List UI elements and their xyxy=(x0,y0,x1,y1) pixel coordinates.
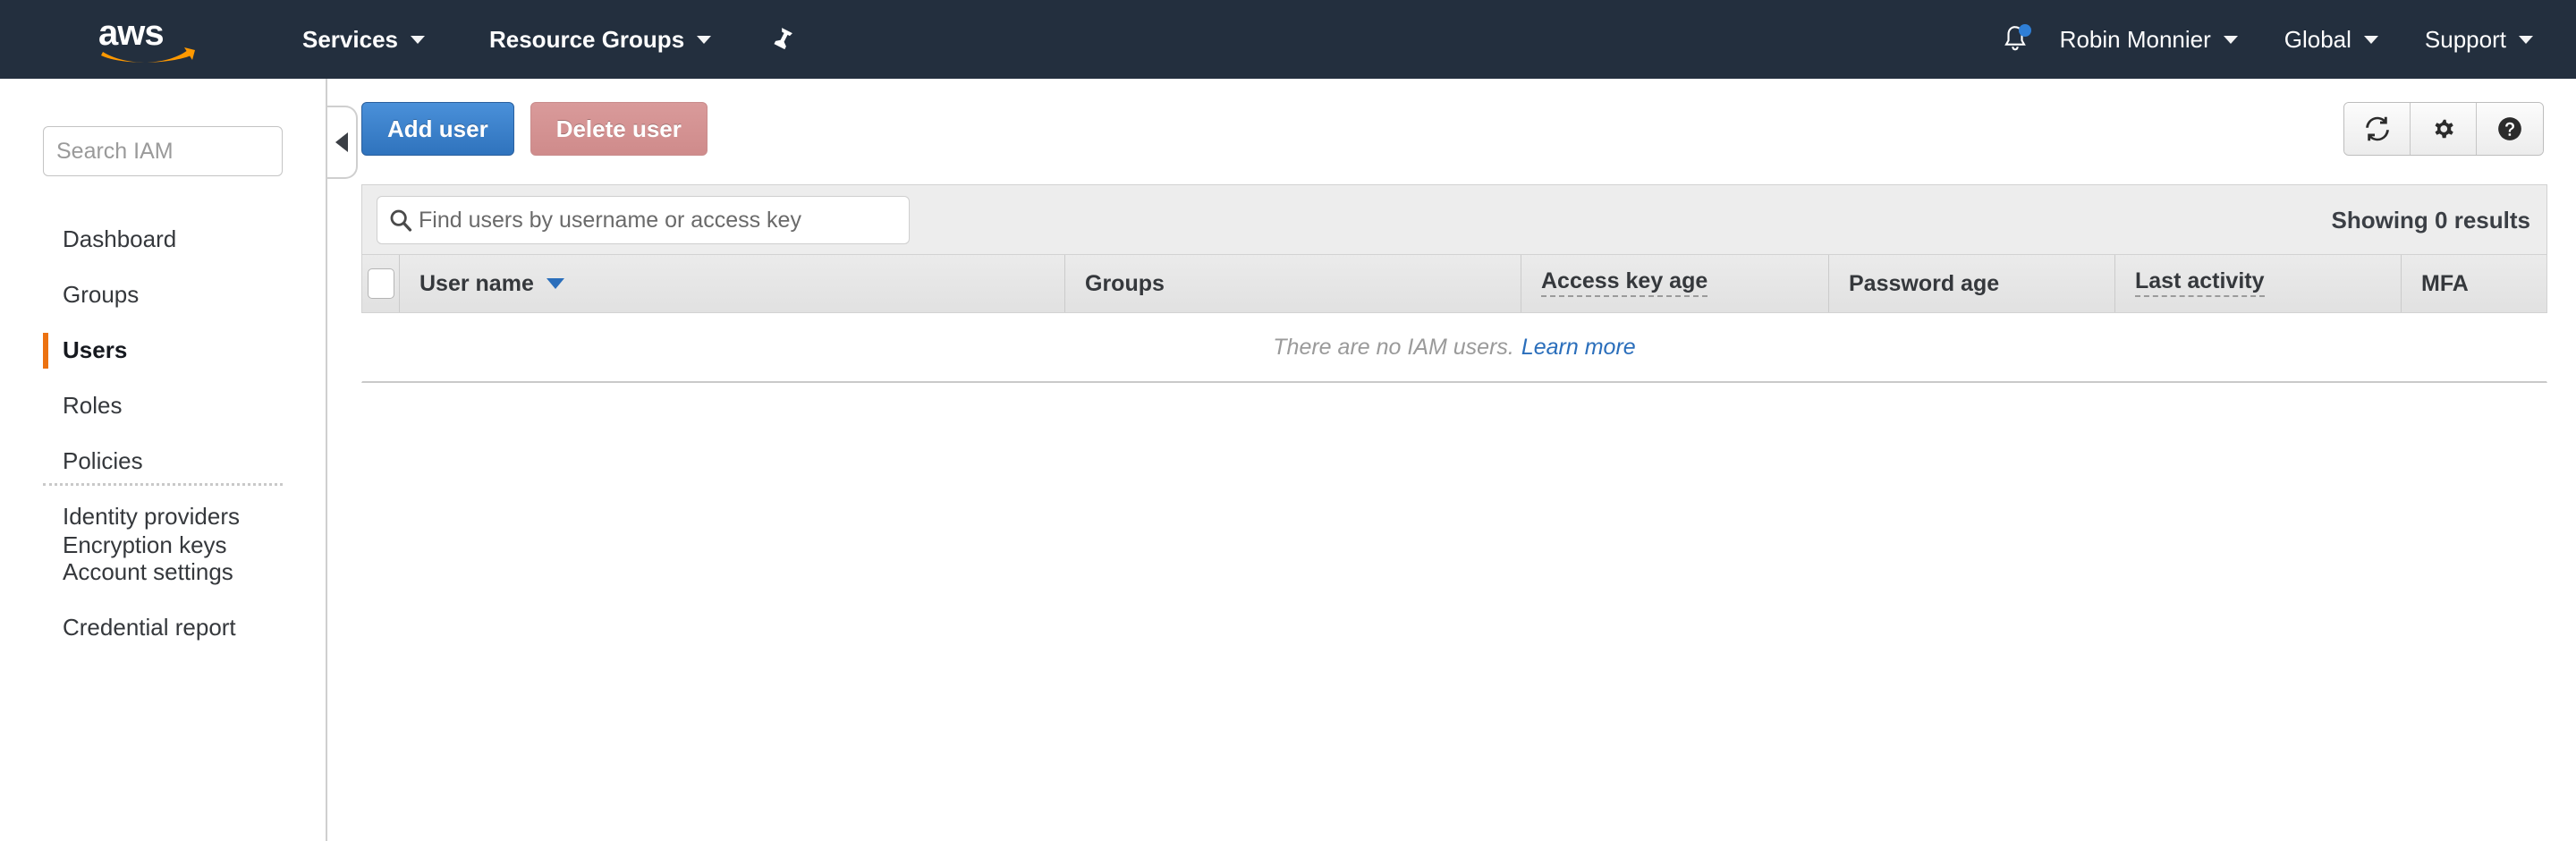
refresh-button[interactable] xyxy=(2344,103,2411,155)
nav-account-label: Robin Monnier xyxy=(2059,25,2211,53)
sidebar-item-label: Users xyxy=(63,336,128,363)
select-all-checkbox[interactable] xyxy=(367,268,394,299)
nav-support-label: Support xyxy=(2424,25,2506,53)
nav-services-label: Services xyxy=(302,25,398,53)
sidebar-nav-list-secondary: Encryption keys xyxy=(0,517,327,573)
find-users-input[interactable] xyxy=(419,198,884,242)
column-label: Access key age xyxy=(1541,270,1708,297)
table-toolbar: Showing 0 results xyxy=(361,184,2547,254)
help-button[interactable] xyxy=(2477,103,2543,155)
top-nav-left-group: aws Services Resource Groups xyxy=(0,0,801,79)
chevron-left-icon xyxy=(335,132,348,152)
search-icon xyxy=(390,209,412,232)
chevron-down-icon xyxy=(2519,35,2533,44)
chevron-down-icon xyxy=(2363,35,2378,44)
sort-descending-icon xyxy=(546,278,564,289)
pin-shortcut-button[interactable] xyxy=(765,0,801,79)
iam-sidebar: DashboardGroupsUsersRolesPoliciesIdentit… xyxy=(0,79,327,841)
sidebar-item-label: Policies xyxy=(63,446,143,474)
sidebar-item-label: Credential report xyxy=(63,613,236,641)
settings-button[interactable] xyxy=(2411,103,2477,155)
empty-state-message: There are no IAM users. xyxy=(1273,334,1514,360)
column-header-user-name[interactable]: User name xyxy=(400,255,1065,312)
aws-smile-icon xyxy=(101,47,195,63)
delete-user-button[interactable]: Delete user xyxy=(530,102,708,156)
action-button-bar: Add user Delete user xyxy=(361,102,708,156)
add-user-button[interactable]: Add user xyxy=(361,102,514,156)
learn-more-link[interactable]: Learn more xyxy=(1521,335,1636,361)
nav-resource-groups-label: Resource Groups xyxy=(488,25,685,53)
sidebar-nav-list: Dashboard Groups Users Roles Policies Identit… xyxy=(0,211,327,655)
sidebar-item-credential-report[interactable]: Credential report xyxy=(0,599,327,655)
aws-logo[interactable]: aws xyxy=(97,15,200,64)
nav-support-menu[interactable]: Support xyxy=(2425,0,2533,79)
refresh-icon xyxy=(2365,116,2389,141)
top-navigation-bar: aws Services Resource Groups Robin Monni… xyxy=(0,0,2576,79)
chevron-down-icon xyxy=(410,35,425,44)
sidebar-item-label: Encryption keys xyxy=(63,531,227,558)
sidebar-item-label: Roles xyxy=(63,391,123,419)
nav-resource-groups[interactable]: Resource Groups xyxy=(488,0,712,79)
column-label: Groups xyxy=(1085,270,1165,296)
column-label: User name xyxy=(419,270,534,296)
notification-badge-dot xyxy=(2018,24,2031,37)
column-label: Password age xyxy=(1849,270,2000,296)
pushpin-icon xyxy=(774,28,793,50)
sidebar-item-policies[interactable]: Policies xyxy=(0,433,327,488)
filter-field[interactable] xyxy=(377,196,910,244)
column-header-password-age[interactable]: Password age xyxy=(1829,255,2115,312)
column-label: MFA xyxy=(2421,270,2469,296)
utility-icon-bar xyxy=(2343,102,2544,156)
main-content: Add user Delete user Find users by usern… xyxy=(329,79,2576,841)
sidebar-item-label: Dashboard xyxy=(63,225,177,252)
chevron-down-icon xyxy=(697,35,712,44)
help-icon xyxy=(2498,117,2521,140)
sidebar-item-label: Groups xyxy=(63,280,140,308)
search-iam-input[interactable] xyxy=(43,126,283,176)
column-header-last-activity[interactable]: Last activity xyxy=(2115,255,2402,312)
sidebar-item-dashboard[interactable]: Dashboard xyxy=(0,211,327,267)
results-count: Showing 0 results xyxy=(2331,206,2531,234)
select-all-header-cell xyxy=(362,255,400,312)
column-header-access-key-age[interactable]: Access key age xyxy=(1521,255,1829,312)
sidebar-item-roles[interactable]: Roles xyxy=(0,378,327,433)
top-nav-right-group: Robin Monnier Global Support xyxy=(1992,0,2576,79)
users-table-panel: Showing 0 results User name Groups Acces… xyxy=(361,184,2547,383)
nav-services[interactable]: Services xyxy=(302,0,425,79)
nav-account-menu[interactable]: Robin Monnier xyxy=(2060,0,2238,79)
column-header-mfa[interactable]: MFA xyxy=(2402,255,2546,312)
table-header-row: User name Groups Access key age Password… xyxy=(361,254,2547,313)
sidebar-divider xyxy=(43,483,283,486)
nav-region-menu[interactable]: Global xyxy=(2284,0,2378,79)
table-body-empty-state: There are no IAM users. Learn more xyxy=(361,313,2547,383)
sidebar-item-groups[interactable]: Groups xyxy=(0,267,327,322)
sidebar-collapse-toggle[interactable] xyxy=(327,106,358,179)
gear-icon xyxy=(2435,119,2453,139)
column-label: Last activity xyxy=(2135,270,2265,297)
column-header-groups[interactable]: Groups xyxy=(1065,255,1521,312)
chevron-down-icon xyxy=(2223,35,2238,44)
nav-region-label: Global xyxy=(2284,25,2351,53)
sidebar-item-users[interactable]: Users xyxy=(0,322,327,378)
sidebar-item-encryption-keys[interactable]: Encryption keys xyxy=(0,517,327,573)
notifications-button[interactable] xyxy=(1992,0,2038,79)
